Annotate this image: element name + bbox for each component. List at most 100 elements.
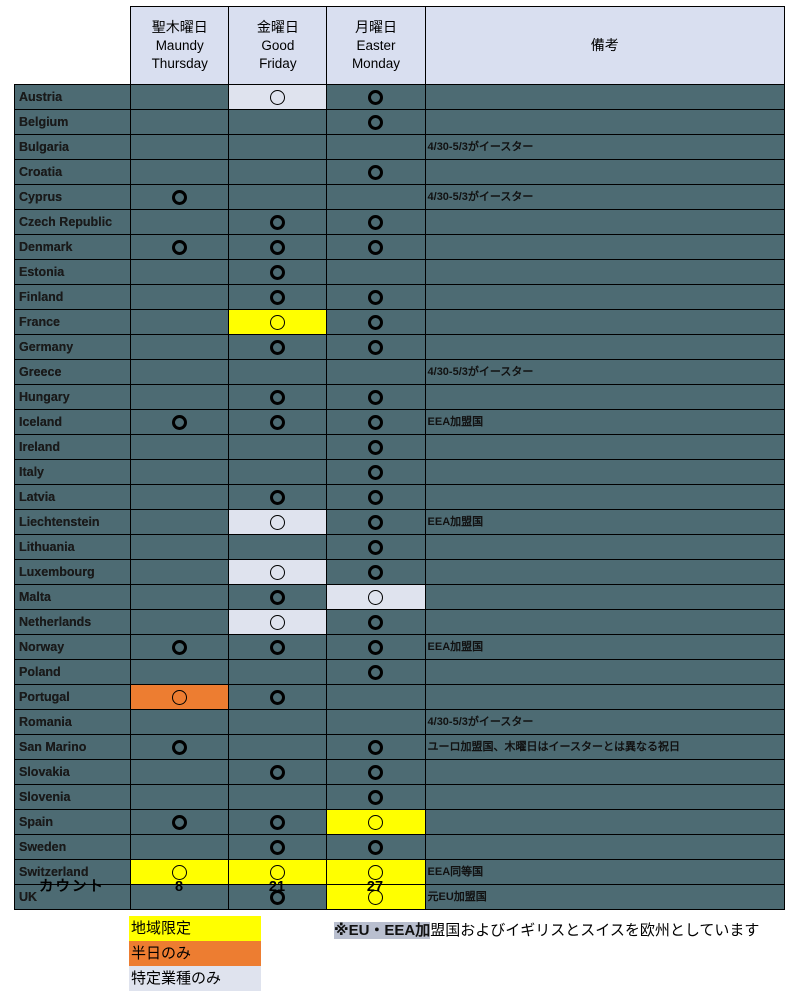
holiday-mark-good-cell <box>228 459 328 485</box>
country-name-cell: Bulgaria <box>13 134 132 160</box>
holiday-mark-easter-cell <box>326 84 426 110</box>
remark-cell <box>424 684 786 710</box>
table-row: Denmark <box>13 234 786 260</box>
holiday-mark-maundy-cell <box>130 134 230 160</box>
circle-marker-icon <box>368 389 384 405</box>
header-easter-jp: 月曜日 <box>354 19 397 36</box>
table-row: Estonia <box>13 259 786 285</box>
holiday-mark-easter-cell <box>326 409 426 435</box>
remark-cell <box>424 309 786 335</box>
table-row: Sweden <box>13 834 786 860</box>
circle-marker-icon <box>368 589 384 605</box>
holiday-mark-good-cell <box>228 434 328 460</box>
table-row: Cyprus 4/30-5/3がイースター <box>13 184 786 210</box>
holiday-mark-maundy-cell <box>130 559 230 585</box>
holiday-mark-maundy-cell <box>130 259 230 285</box>
holiday-mark-good-cell <box>228 534 328 560</box>
circle-marker-icon <box>270 614 286 630</box>
table-row: Ireland <box>13 434 786 460</box>
country-name-cell: Malta <box>13 584 132 610</box>
table-row: Austria <box>13 84 786 110</box>
table-row: Czech Republic <box>13 209 786 235</box>
holiday-mark-easter-cell <box>326 659 426 685</box>
table-row: Liechtenstein EEA加盟国 <box>13 509 786 535</box>
country-name-cell: Croatia <box>13 159 132 185</box>
holiday-mark-easter-cell <box>326 134 426 160</box>
table-row: Greece 4/30-5/3がイースター <box>13 359 786 385</box>
remark-cell <box>424 584 786 610</box>
holiday-mark-easter-cell <box>326 259 426 285</box>
holiday-mark-good-cell <box>228 809 328 835</box>
remark-cell: 4/30-5/3がイースター <box>424 134 786 160</box>
table-row: Portugal <box>13 684 786 710</box>
country-name-cell: Iceland <box>13 409 132 435</box>
table-row: Lithuania <box>13 534 786 560</box>
table-row: Poland <box>13 659 786 685</box>
circle-marker-icon <box>270 589 286 605</box>
circle-marker-icon <box>368 514 384 530</box>
table-row: Slovenia <box>13 784 786 810</box>
holiday-mark-good-cell <box>228 84 328 110</box>
country-name-cell: Ireland <box>13 434 132 460</box>
remark-cell: EEA加盟国 <box>424 409 786 435</box>
circle-marker-icon <box>368 439 384 455</box>
header-good-en2: Friday <box>259 55 297 71</box>
holiday-mark-maundy-cell <box>130 309 230 335</box>
country-name-cell: Denmark <box>13 234 132 260</box>
holiday-mark-easter-cell <box>326 684 426 710</box>
circle-marker-icon <box>368 289 384 305</box>
holiday-mark-maundy-cell <box>130 409 230 435</box>
header-good-jp: 金曜日 <box>256 19 299 36</box>
holiday-mark-good-cell <box>228 509 328 535</box>
holiday-mark-easter-cell <box>326 234 426 260</box>
spreadsheet-canvas: 聖木曜日 Maundy Thursday 金曜日 Good Friday 月曜日… <box>0 0 800 995</box>
holiday-mark-easter-cell <box>326 584 426 610</box>
holiday-mark-maundy-cell <box>130 184 230 210</box>
holiday-mark-maundy-cell <box>130 84 230 110</box>
circle-marker-icon <box>368 414 384 430</box>
country-name-cell: Belgium <box>13 109 132 135</box>
header-corner-blank <box>14 6 131 85</box>
holiday-mark-maundy-cell <box>130 459 230 485</box>
table-row: Norway EEA加盟国 <box>13 634 786 660</box>
holiday-mark-good-cell <box>228 484 328 510</box>
remark-cell <box>424 259 786 285</box>
holiday-mark-good-cell <box>228 159 328 185</box>
holiday-mark-easter-cell <box>326 484 426 510</box>
table-row: Spain <box>13 809 786 835</box>
table-row: Malta <box>13 584 786 610</box>
circle-marker-icon <box>270 839 286 855</box>
count-row: カウント 8 21 27 <box>14 874 785 900</box>
holiday-mark-maundy-cell <box>130 534 230 560</box>
country-name-cell: Luxembourg <box>13 559 132 585</box>
remark-cell <box>424 84 786 110</box>
holiday-mark-maundy-cell <box>130 159 230 185</box>
circle-marker-icon <box>270 689 286 705</box>
holiday-mark-good-cell <box>228 784 328 810</box>
holiday-mark-good-cell <box>228 834 328 860</box>
europe-easter-holiday-table: 聖木曜日 Maundy Thursday 金曜日 Good Friday 月曜日… <box>13 6 786 910</box>
country-name-cell: Liechtenstein <box>13 509 132 535</box>
country-name-cell: Norway <box>13 634 132 660</box>
circle-marker-icon <box>368 314 384 330</box>
footnote: ※EU・EEA加盟国およびイギリスとスイスを欧州としています <box>334 919 759 940</box>
holiday-mark-maundy-cell <box>130 809 230 835</box>
remark-cell <box>424 384 786 410</box>
remark-cell <box>424 809 786 835</box>
remark-cell <box>424 109 786 135</box>
holiday-mark-good-cell <box>228 309 328 335</box>
holiday-mark-easter-cell <box>326 109 426 135</box>
table-row: Romania 4/30-5/3がイースター <box>13 709 786 735</box>
holiday-mark-easter-cell <box>326 609 426 635</box>
circle-marker-icon <box>270 264 286 280</box>
header-remarks-label: 備考 <box>590 37 619 54</box>
remark-cell <box>424 234 786 260</box>
table-row: Italy <box>13 459 786 485</box>
header-remarks: 備考 <box>424 6 786 85</box>
country-name-cell: Austria <box>13 84 132 110</box>
circle-marker-icon <box>368 164 384 180</box>
header-row: 聖木曜日 Maundy Thursday 金曜日 Good Friday 月曜日… <box>14 6 786 85</box>
holiday-mark-easter-cell <box>326 509 426 535</box>
holiday-mark-good-cell <box>228 684 328 710</box>
legend: 地域限定 半日のみ 特定業種のみ <box>129 916 261 991</box>
